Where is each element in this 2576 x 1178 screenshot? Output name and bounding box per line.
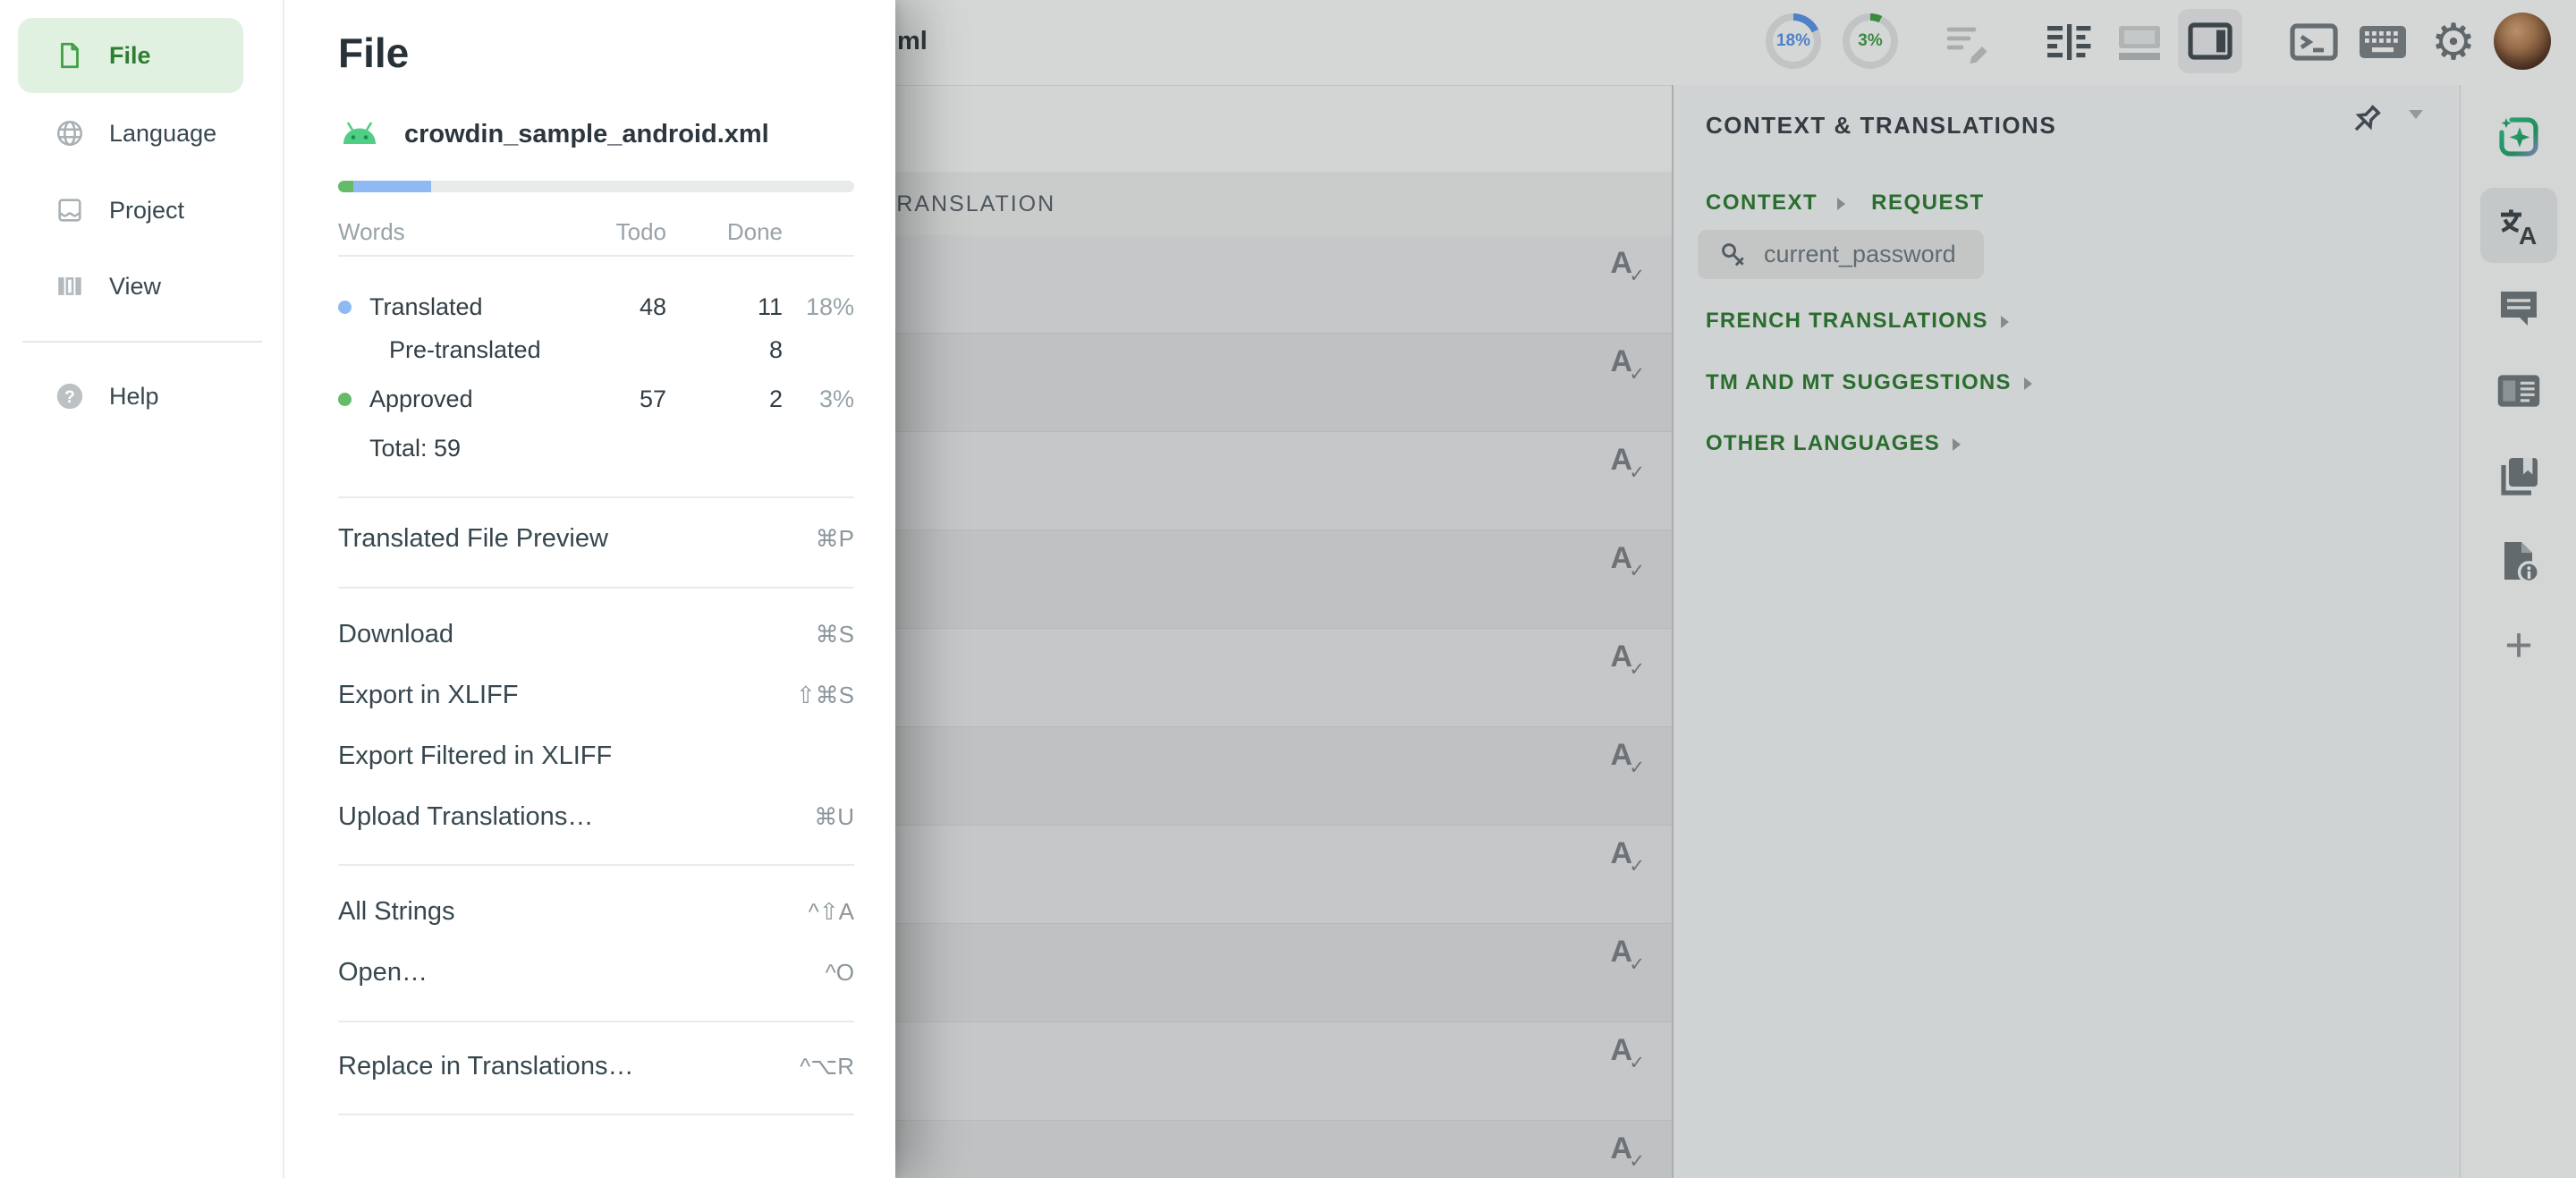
col-todo: Todo xyxy=(559,218,666,246)
col-done: Done xyxy=(666,218,783,246)
stat-done: 8 xyxy=(666,336,783,364)
stat-row-translated: Translated 48 11 18% xyxy=(338,285,854,328)
svg-text:?: ? xyxy=(64,388,75,407)
file-menu-panel: File crowdin_sample_android.xml Words To… xyxy=(284,0,895,1178)
file-icon xyxy=(54,39,86,72)
divider xyxy=(338,255,854,257)
stat-todo: 57 xyxy=(559,386,666,413)
help-icon: ? xyxy=(54,380,86,412)
stat-row-approved: Approved 57 2 3% xyxy=(338,377,854,420)
stat-label: Translated xyxy=(369,293,483,321)
sidebar-item-label: Language xyxy=(109,120,216,148)
stat-row-pre-translated: Pre-translated 8 xyxy=(338,328,854,371)
stat-pct: 3% xyxy=(783,386,854,413)
stat-done: 2 xyxy=(666,386,783,413)
stat-label: Approved xyxy=(369,386,473,413)
stats-total: Total: 59 xyxy=(369,427,461,470)
translated-progress-segment xyxy=(353,181,431,192)
col-words: Words xyxy=(338,218,559,246)
stats-header-row: Words Todo Done xyxy=(338,210,854,253)
sidebar-item-file[interactable]: File xyxy=(18,18,243,93)
sidebar-item-project[interactable]: Project xyxy=(18,173,243,248)
divider xyxy=(338,587,854,589)
menu-item-upload-translations[interactable]: Upload Translations…⌘U xyxy=(338,788,854,845)
view-columns-icon xyxy=(54,270,86,302)
menu-item-download[interactable]: Download⌘S xyxy=(338,606,854,663)
stat-done: 11 xyxy=(666,293,783,321)
sidebar-item-label: View xyxy=(109,273,161,301)
sidebar-item-label: Project xyxy=(109,197,184,225)
current-file-row: crowdin_sample_android.xml xyxy=(338,118,769,150)
file-name: crowdin_sample_android.xml xyxy=(404,120,769,149)
sidebar-item-label: File xyxy=(109,42,151,70)
menu-item-export-filtered-xliff[interactable]: Export Filtered in XLIFF xyxy=(338,727,854,784)
menu-item-open[interactable]: Open…^O xyxy=(338,944,854,1001)
menu-item-translated-file-preview[interactable]: Translated File Preview⌘P xyxy=(338,510,854,567)
file-menu-title: File xyxy=(338,29,409,77)
sidebar-item-language[interactable]: Language xyxy=(18,96,243,171)
menu-item-export-xliff[interactable]: Export in XLIFF⇧⌘S xyxy=(338,666,854,724)
stat-label: Pre-translated xyxy=(389,336,541,364)
stat-pct: 18% xyxy=(783,293,854,321)
sidebar-item-label: Help xyxy=(109,383,159,411)
file-progress-bar xyxy=(338,181,854,192)
globe-icon xyxy=(54,117,86,149)
approved-progress-segment xyxy=(338,181,353,192)
menu-item-replace-in-translations[interactable]: Replace in Translations…^⌥R xyxy=(338,1038,854,1095)
crowdin-editor-app: ml 18% 3% xyxy=(0,0,2576,1178)
android-icon xyxy=(338,118,381,150)
sidebar-item-help[interactable]: ? Help xyxy=(18,359,243,434)
main-sidebar: File Language Project View ? Help xyxy=(0,0,284,1178)
divider xyxy=(338,864,854,866)
menu-item-all-strings[interactable]: All Strings^⇧A xyxy=(338,883,854,940)
sidebar-item-view[interactable]: View xyxy=(18,249,243,324)
divider xyxy=(338,1021,854,1022)
divider xyxy=(338,496,854,498)
divider xyxy=(338,1114,854,1115)
project-icon xyxy=(54,194,86,226)
sidebar-divider xyxy=(22,341,262,343)
stat-todo: 48 xyxy=(559,293,666,321)
